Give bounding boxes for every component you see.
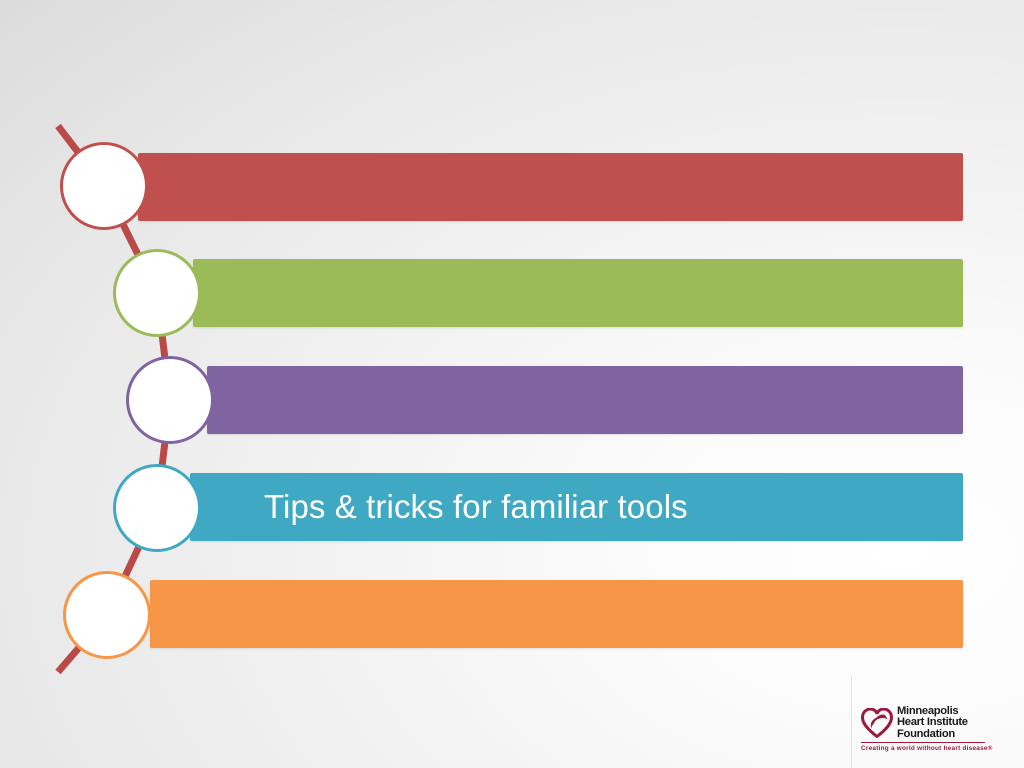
bar-3[interactable]	[207, 366, 963, 434]
bar-1[interactable]	[138, 153, 963, 221]
node-circle-5[interactable]	[63, 571, 151, 659]
minneapolis-heart-institute-foundation-logo: Minneapolis Heart Institute Foundation C…	[861, 705, 993, 756]
heart-icon	[861, 708, 893, 739]
logo-tagline: Creating a world without heart disease®	[861, 744, 993, 752]
logo-divider	[851, 676, 852, 768]
node-circle-3[interactable]	[126, 356, 214, 444]
bar-label-wrap-4: Tips & tricks for familiar tools	[190, 473, 963, 541]
bar-5[interactable]	[150, 580, 963, 648]
node-circle-1[interactable]	[60, 142, 148, 230]
bar-2[interactable]	[193, 259, 963, 327]
slide-canvas: Tips & tricks for familiar tools Minneap…	[0, 0, 1024, 768]
bar-label-4: Tips & tricks for familiar tools	[264, 488, 688, 525]
logo-rule	[861, 742, 985, 744]
logo-wordmark: Minneapolis Heart Institute Foundation	[897, 705, 968, 740]
node-circle-2[interactable]	[113, 249, 201, 337]
logo-line-3: Foundation	[897, 727, 955, 740]
logo-lockup: Minneapolis Heart Institute Foundation	[861, 705, 985, 740]
node-circle-4[interactable]	[113, 464, 201, 552]
